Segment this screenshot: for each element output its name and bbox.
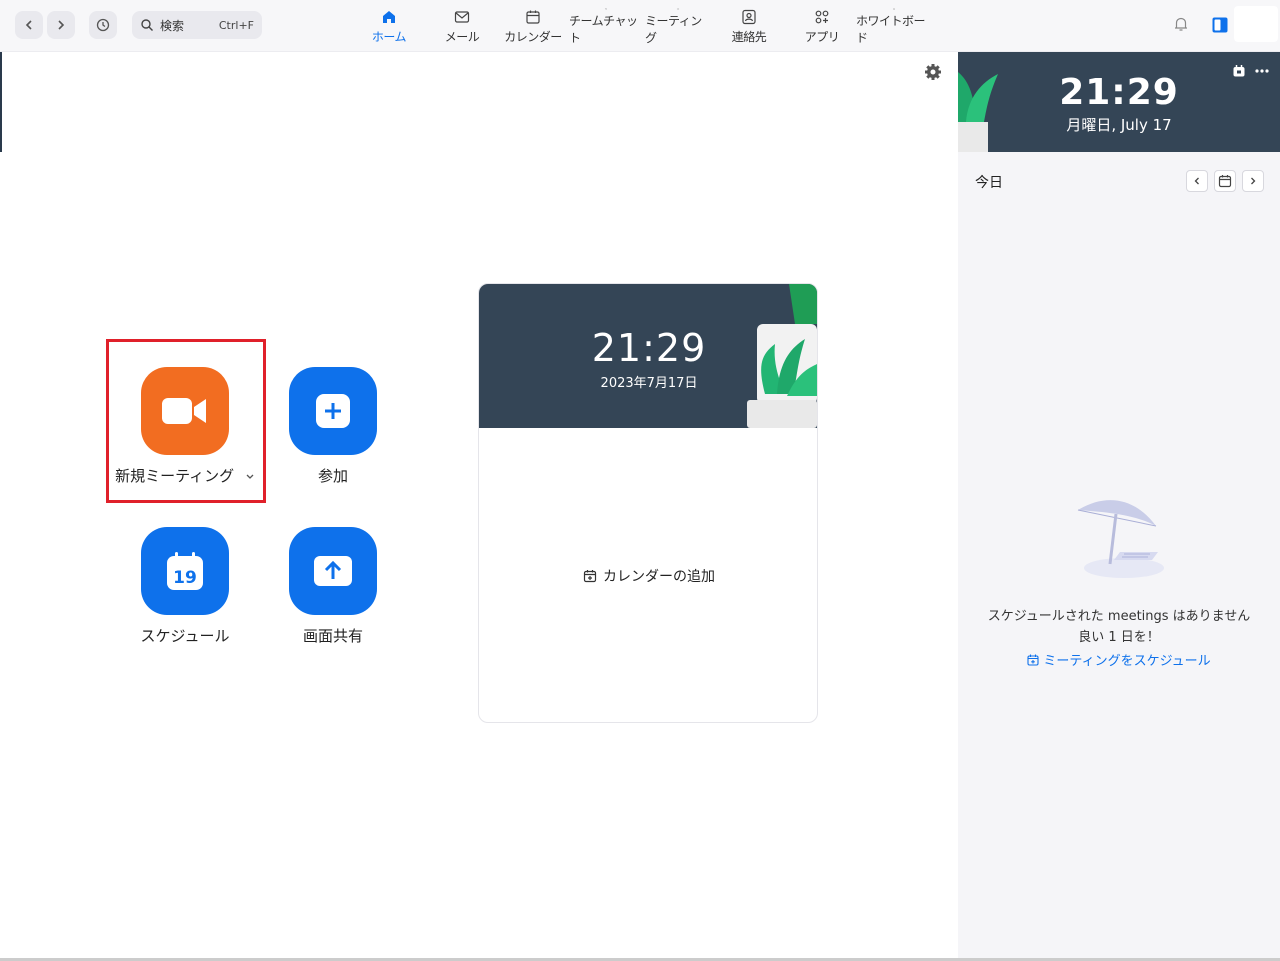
search-shortcut: Ctrl+F [218, 18, 254, 32]
prev-day-button[interactable] [1186, 170, 1208, 192]
tab-label: アプリ [804, 30, 840, 44]
join-label: 参加 [317, 467, 348, 485]
panel-clock-header: 21:29 月曜日, July 17 [958, 52, 1280, 152]
forward-button[interactable] [47, 11, 75, 39]
chevron-right-icon [58, 20, 65, 30]
chevron-right-icon [1251, 177, 1256, 185]
chat-icon [605, 8, 607, 10]
schedule-button[interactable]: 19 スケジュール [125, 527, 245, 646]
card-time: 21:29 [591, 326, 707, 370]
calendar-date-icon: 19 [167, 552, 203, 590]
tab-calendar[interactable]: カレンダー [503, 8, 563, 46]
tab-apps[interactable]: アプリ [802, 8, 842, 46]
search-label: 検索 [160, 18, 185, 33]
tab-label: ホワイトボード [856, 14, 926, 45]
panel-date: 月曜日, July 17 [1066, 116, 1172, 134]
search-box[interactable]: 検索 Ctrl+F [132, 11, 262, 39]
schedule-label: スケジュール [140, 627, 230, 645]
add-calendar-label: カレンダーの追加 [603, 569, 715, 585]
schedule-tile[interactable]: 19 [141, 527, 229, 615]
calendar-add-icon [583, 570, 597, 583]
tab-whiteboard[interactable]: ホワイトボード [856, 8, 932, 46]
upcoming-meetings-panel: 21:29 月曜日, July 17 今日 スケジュールされた meetings… [958, 52, 1280, 961]
good-day-message: 良い 1 日を！ [1078, 630, 1160, 645]
share-screen-label: 画面共有 [302, 627, 363, 645]
calendar-card-header: 21:29 2023年7月17日 [479, 284, 817, 428]
panel-time: 21:29 [1059, 72, 1179, 113]
next-day-button[interactable] [1242, 170, 1264, 192]
today-label: 今日 [975, 175, 1003, 191]
chevron-down-icon[interactable] [245, 471, 255, 481]
tab-label: チームチャット [569, 14, 638, 45]
date-picker-button[interactable] [1214, 170, 1236, 192]
side-panel-toggle-icon[interactable] [1211, 16, 1229, 34]
history-button[interactable] [89, 11, 117, 39]
new-meeting-label: 新規ミーティング [115, 465, 255, 486]
share-screen-button[interactable]: 画面共有 [273, 527, 393, 646]
zoom-app-window: 検索 Ctrl+F ホーム メール カレンダー チームチャット ミーティング 連… [0, 0, 1280, 961]
schedule-meeting-label: ミーティングをスケジュール [1043, 654, 1211, 669]
window-edge [0, 52, 2, 152]
tab-meetings[interactable]: ミーティング [645, 8, 711, 46]
calendar-add-icon [1027, 654, 1039, 666]
schedule-day-number: 19 [173, 568, 197, 588]
apps-icon [815, 10, 829, 24]
beach-umbrella-illustration [1077, 500, 1164, 578]
tab-label: ホーム [371, 30, 407, 44]
chevron-left-icon [1194, 177, 1199, 185]
top-toolbar: 検索 Ctrl+F ホーム メール カレンダー チームチャット ミーティング 連… [0, 0, 1280, 52]
history-icon [96, 18, 110, 32]
card-date: 2023年7月17日 [600, 376, 698, 391]
bell-icon[interactable] [1172, 15, 1190, 33]
chevron-left-icon [25, 20, 32, 30]
video-camera-icon [162, 398, 206, 424]
tab-label: カレンダー [504, 30, 562, 44]
tab-mail[interactable]: メール [440, 8, 484, 46]
home-icon [383, 11, 395, 23]
gear-icon[interactable] [923, 62, 943, 82]
tab-label: 連絡先 [731, 30, 767, 44]
whiteboard-icon [893, 8, 895, 10]
schedule-meeting-link[interactable]: ミーティングをスケジュール [958, 650, 1280, 669]
tab-contacts[interactable]: 連絡先 [726, 8, 772, 46]
add-calendar-button[interactable]: カレンダーの追加 [479, 566, 817, 586]
join-tile[interactable] [289, 367, 377, 455]
new-meeting-button[interactable]: 新規ミーティング [115, 367, 254, 486]
calendar-card: 21:29 2023年7月17日 カレンダーの追加 [478, 283, 818, 723]
search-icon [141, 19, 153, 31]
tab-label: メール [444, 30, 480, 44]
video-icon [677, 8, 679, 10]
calendar-icon [526, 10, 540, 24]
contact-icon [742, 9, 756, 25]
calendar-icon [1218, 175, 1232, 188]
share-screen-tile[interactable] [289, 527, 377, 615]
back-button[interactable] [15, 11, 43, 39]
new-meeting-tile[interactable] [141, 367, 229, 455]
arrow-up-icon [314, 556, 352, 586]
tab-label: ミーティング [645, 14, 702, 45]
avatar[interactable] [1234, 6, 1278, 42]
tab-team-chat[interactable]: チームチャット [569, 8, 643, 46]
tab-home[interactable]: ホーム [366, 8, 412, 46]
mail-icon [454, 11, 470, 23]
no-meetings-message: スケジュールされた meetings はありません [987, 609, 1251, 624]
join-button[interactable]: 参加 [273, 367, 393, 486]
plus-icon [316, 394, 350, 428]
